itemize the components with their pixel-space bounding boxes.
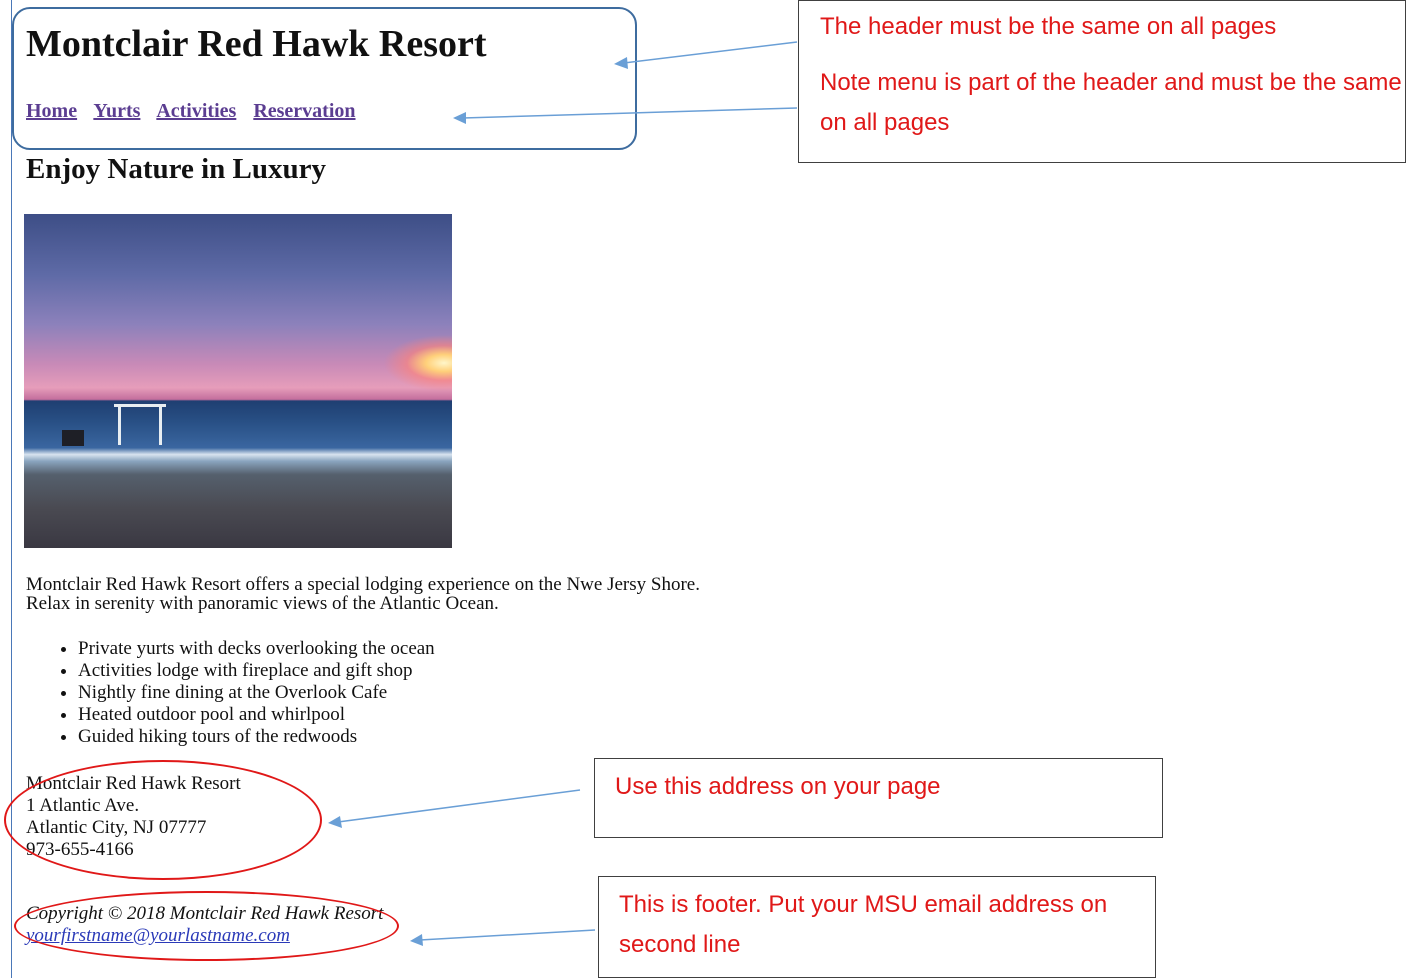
list-item: Heated outdoor pool and whirlpool <box>78 704 435 726</box>
intro-line-2: Relax in serenity with panoramic views o… <box>26 593 499 614</box>
beach-object-shape <box>62 430 84 446</box>
header-highlight-outline <box>12 7 637 150</box>
footer-arrow <box>419 929 596 941</box>
address-note-text: Use this address on your page <box>615 773 941 800</box>
intro-paragraph: Montclair Red Hawk Resort offers a speci… <box>26 575 700 613</box>
address-arrowhead <box>328 816 342 828</box>
sunset-beach-image <box>24 214 452 548</box>
footer-note-text: This is footer. Put your MSU email addre… <box>619 891 1108 958</box>
header-note-box: The header must be the same on all pages… <box>798 0 1406 163</box>
page-subtitle: Enjoy Nature in Luxury <box>26 153 326 185</box>
footer-arrowhead <box>410 934 423 946</box>
feature-list: Private yurts with decks overlooking the… <box>40 638 435 748</box>
list-item: Activities lodge with fireplace and gift… <box>78 660 435 682</box>
address-highlight-ellipse <box>4 760 322 880</box>
header-note-text: The header must be the same on all pages <box>820 13 1277 40</box>
list-item: Nightly fine dining at the Overlook Cafe <box>78 682 435 704</box>
menu-note-text: Note menu is part of the header and must… <box>820 69 1402 136</box>
footer-note-box: This is footer. Put your MSU email addre… <box>598 876 1156 978</box>
list-item: Guided hiking tours of the redwoods <box>78 726 435 748</box>
address-arrow <box>337 789 581 823</box>
intro-line-1: Montclair Red Hawk Resort offers a speci… <box>26 574 700 595</box>
header-arrow <box>623 41 798 64</box>
list-item: Private yurts with decks overlooking the… <box>78 638 435 660</box>
footer-highlight-ellipse <box>14 891 399 961</box>
address-note-box: Use this address on your page <box>594 758 1163 838</box>
lifeguard-stand-shape <box>114 404 166 445</box>
